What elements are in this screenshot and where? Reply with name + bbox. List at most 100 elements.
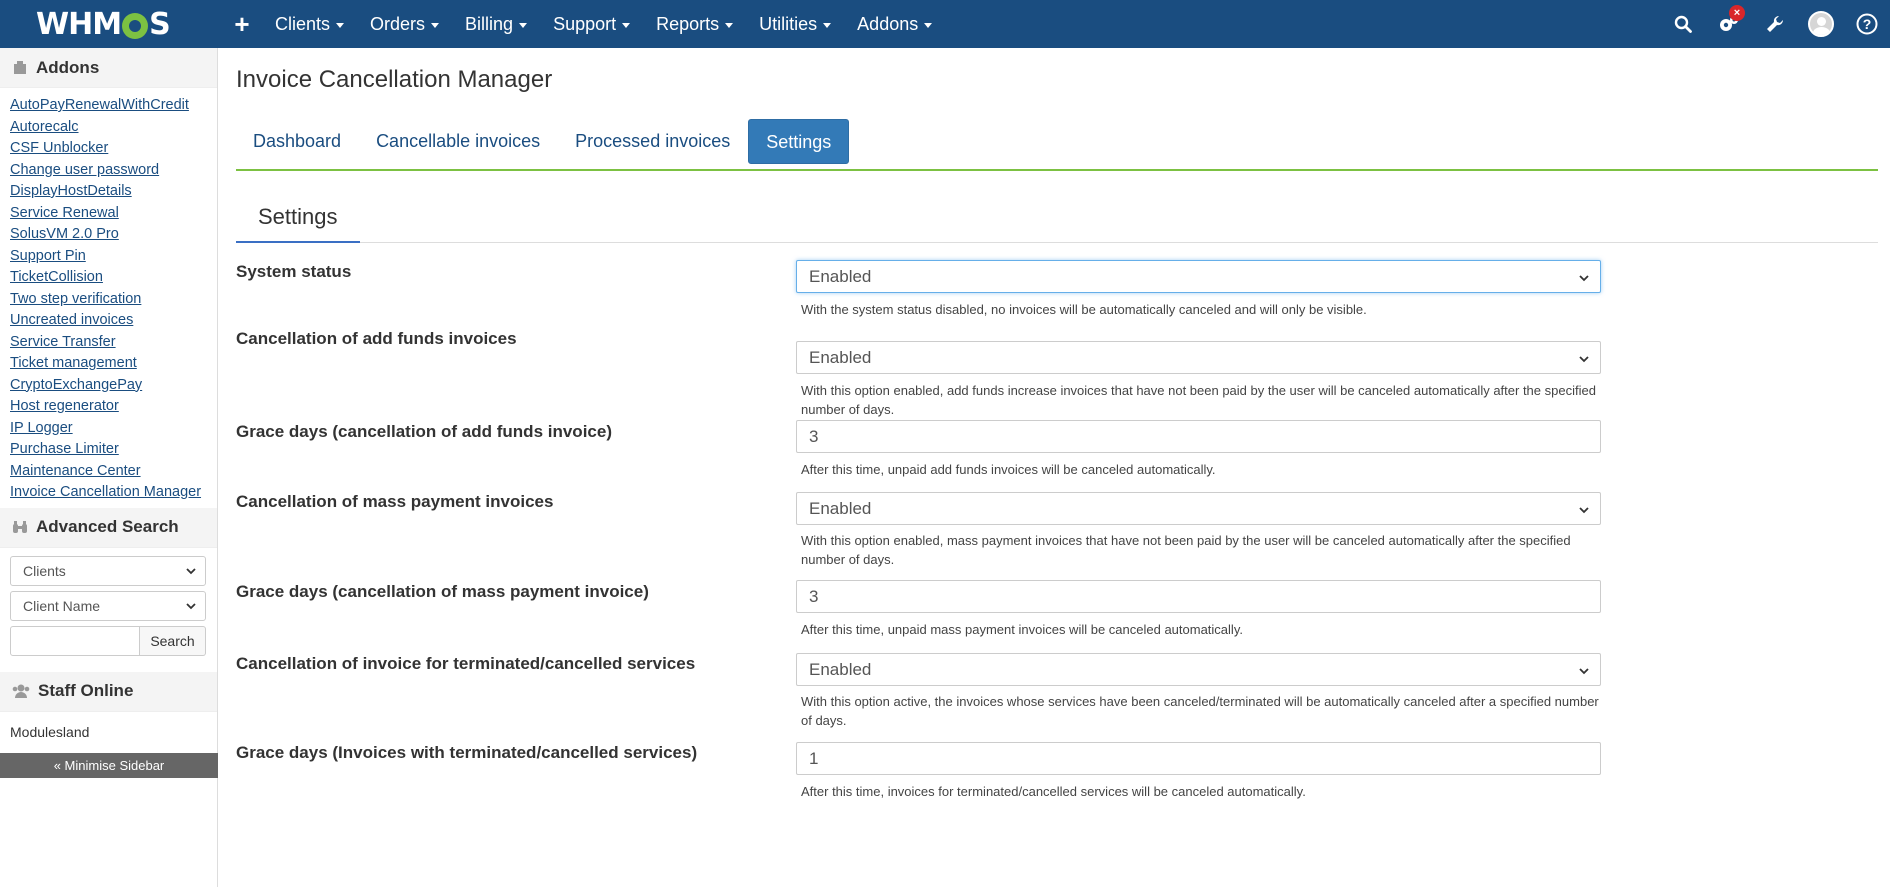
setting-row-add-funds-grace-days: Grace days (cancellation of add funds in… <box>236 414 1878 486</box>
addons-title: Addons <box>36 57 100 77</box>
advanced-search-form: Clients Client Name Search <box>0 548 217 660</box>
setting-label: Cancellation of add funds invoices <box>236 329 517 348</box>
sidebar-link-csf-unblocker[interactable]: CSF Unblocker <box>10 138 217 160</box>
sidebar-link-solusvm[interactable]: SolusVM 2.0 Pro <box>10 224 217 246</box>
sidebar-link-ticket-management[interactable]: Ticket management <box>10 353 217 375</box>
setting-row-terminated-services-cancellation: Cancellation of invoice for terminated/c… <box>236 646 1878 736</box>
main-content: Invoice Cancellation Manager Dashboard C… <box>236 48 1878 806</box>
caret-down-icon <box>519 22 528 28</box>
sidebar-link-autopayrenewalwithcredit[interactable]: AutoPayRenewalWithCredit <box>10 95 217 117</box>
user-avatar[interactable] <box>1798 0 1844 48</box>
chevron-down-icon <box>1579 668 1589 675</box>
tab-cancellable-invoices[interactable]: Cancellable invoices <box>359 119 557 164</box>
nav-clients[interactable]: Clients <box>262 0 357 48</box>
nav-billing[interactable]: Billing <box>452 0 540 48</box>
chevron-down-icon <box>1579 356 1589 363</box>
search-input[interactable] <box>10 625 140 656</box>
nav-addons-label: Addons <box>857 14 919 34</box>
gear-logo-icon <box>122 13 149 39</box>
terminated-services-cancellation-select[interactable]: Enabled <box>796 653 1601 686</box>
tab-dashboard[interactable]: Dashboard <box>236 119 358 164</box>
sidebar-link-displayhostdetails[interactable]: DisplayHostDetails <box>10 181 217 203</box>
sidebar-link-service-renewal[interactable]: Service Renewal <box>10 203 217 225</box>
nav-support-label: Support <box>553 14 617 34</box>
terminated-services-grace-days-input[interactable]: 1 <box>796 742 1601 775</box>
setting-row-mass-payment-grace-days: Grace days (cancellation of mass payment… <box>236 574 1878 646</box>
staff-online-name: Modulesland <box>10 723 90 740</box>
select-value: Enabled <box>809 348 872 367</box>
minimise-sidebar-button[interactable]: « Minimise Sidebar <box>0 752 218 778</box>
sidebar-link-host-regenerator[interactable]: Host regenerator <box>10 396 217 418</box>
nav-addons[interactable]: Addons <box>844 0 945 48</box>
caret-down-icon <box>823 22 832 28</box>
setting-row-terminated-services-grace-days: Grace days (Invoices with terminated/can… <box>236 736 1878 806</box>
wrench-icon[interactable] <box>1752 0 1798 48</box>
setting-help: With the system status disabled, no invo… <box>801 302 1367 317</box>
mass-payment-cancellation-select[interactable]: Enabled <box>796 492 1601 525</box>
system-status-select[interactable]: Enabled <box>796 260 1601 293</box>
setting-row-mass-payment-cancellation: Cancellation of mass payment invoices En… <box>236 486 1878 574</box>
sidebar-link-invoice-cancellation-manager[interactable]: Invoice Cancellation Manager <box>10 482 217 504</box>
nav-utilities[interactable]: Utilities <box>746 0 844 48</box>
search-field-value: Client Name <box>23 597 101 614</box>
sidebar-link-support-pin[interactable]: Support Pin <box>10 246 217 268</box>
settings-subtabs: Settings <box>236 197 1878 243</box>
select-value: Enabled <box>809 267 872 286</box>
sidebar-link-cryptoexchangepay[interactable]: CryptoExchangePay <box>10 375 217 397</box>
add-funds-cancellation-select[interactable]: Enabled <box>796 341 1601 374</box>
nav-utilities-label: Utilities <box>759 14 818 34</box>
cube-icon <box>14 60 26 74</box>
nav-support[interactable]: Support <box>540 0 643 48</box>
select-value: Enabled <box>809 660 872 679</box>
sidebar-link-purchase-limiter[interactable]: Purchase Limiter <box>10 439 217 461</box>
caret-down-icon <box>431 22 440 28</box>
setting-row-add-funds-cancellation: Cancellation of add funds invoices Enabl… <box>236 324 1878 417</box>
svg-text:?: ? <box>1863 16 1872 32</box>
sidebar-link-change-user-password[interactable]: Change user password <box>10 160 217 182</box>
avatar-icon <box>1808 11 1834 37</box>
nav-clients-label: Clients <box>275 14 331 34</box>
whmcs-logo[interactable]: WHM S <box>36 6 171 42</box>
sidebar-link-ip-logger[interactable]: IP Logger <box>10 418 217 440</box>
setting-label: Cancellation of invoice for terminated/c… <box>236 654 696 673</box>
chevron-down-icon <box>186 567 196 574</box>
search-row: Search <box>10 625 206 656</box>
caret-down-icon <box>336 22 345 28</box>
select-value: Enabled <box>809 499 872 518</box>
search-field-select[interactable]: Client Name <box>10 590 206 621</box>
users-icon <box>12 684 30 698</box>
nav-reports[interactable]: Reports <box>643 0 746 48</box>
nav-right-tools: × ? <box>1660 0 1890 48</box>
sidebar-link-service-transfer[interactable]: Service Transfer <box>10 332 217 354</box>
search-type-value: Clients <box>23 562 66 579</box>
setting-label: System status <box>236 262 352 281</box>
mass-payment-grace-days-input[interactable]: 3 <box>796 580 1601 613</box>
sidebar-link-ticketcollision[interactable]: TicketCollision <box>10 267 217 289</box>
subtab-settings[interactable]: Settings <box>236 197 360 243</box>
caret-down-icon <box>622 22 631 28</box>
tab-settings[interactable]: Settings <box>748 119 850 164</box>
sidebar-link-two-step-verification[interactable]: Two step verification <box>10 289 217 311</box>
add-new-icon[interactable]: + <box>222 0 262 48</box>
module-tabs: Dashboard Cancellable invoices Processed… <box>236 119 1878 171</box>
search-icon[interactable] <box>1660 0 1706 48</box>
search-type-select[interactable]: Clients <box>10 555 206 586</box>
setting-label: Grace days (cancellation of mass payment… <box>236 582 649 601</box>
sidebar-link-maintenance-center[interactable]: Maintenance Center <box>10 461 217 483</box>
setting-label: Cancellation of mass payment invoices <box>236 492 554 511</box>
sidebar-link-uncreated-invoices[interactable]: Uncreated invoices <box>10 310 217 332</box>
nav-orders[interactable]: Orders <box>357 0 452 48</box>
help-icon[interactable]: ? <box>1844 0 1890 48</box>
setting-help: After this time, invoices for terminated… <box>801 784 1306 799</box>
cogs-icon[interactable]: × <box>1706 0 1752 48</box>
nav-orders-label: Orders <box>370 14 426 34</box>
search-button[interactable]: Search <box>140 625 206 656</box>
tab-processed-invoices[interactable]: Processed invoices <box>558 119 747 164</box>
add-funds-grace-days-input[interactable]: 3 <box>796 420 1601 453</box>
chevron-down-icon <box>186 602 196 609</box>
sidebar-link-autorecalc[interactable]: Autorecalc <box>10 117 217 139</box>
binoculars-icon <box>13 521 27 533</box>
caret-down-icon <box>725 22 734 28</box>
setting-help: After this time, unpaid add funds invoic… <box>801 462 1216 477</box>
setting-row-system-status: System status Enabled With the system st… <box>236 243 1878 324</box>
